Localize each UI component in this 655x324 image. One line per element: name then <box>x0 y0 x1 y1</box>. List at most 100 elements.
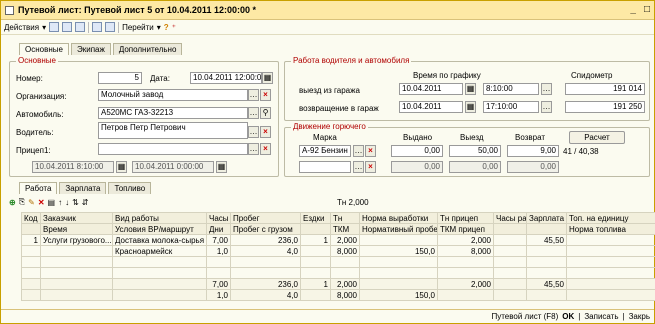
fuel-issued-field[interactable]: 0,00 <box>391 145 443 157</box>
print-sheet-button[interactable]: Путевой лист (F8) <box>491 312 558 321</box>
table-cell <box>300 289 331 301</box>
out-speedometer-field[interactable]: 191 014 <box>565 83 645 95</box>
sort-desc-icon[interactable]: ⇵ <box>82 198 89 207</box>
out-time-button[interactable]: … <box>541 83 552 95</box>
structure-icon[interactable] <box>92 22 103 32</box>
fuel-return-field[interactable]: 9,00 <box>507 145 559 157</box>
calendar-button[interactable]: ▦ <box>262 72 273 84</box>
out-date-calendar-icon[interactable]: ▦ <box>465 83 476 95</box>
trailer-clear-button[interactable]: × <box>260 143 271 155</box>
table-cell <box>566 289 655 301</box>
out-time-field[interactable]: 8:10:00 <box>483 83 539 95</box>
sort-asc-icon[interactable]: ⇅ <box>72 198 79 207</box>
tab-work[interactable]: Работа <box>19 182 58 194</box>
table-cell: 1 <box>21 234 41 246</box>
delete-row-icon[interactable]: ✕ <box>38 198 45 207</box>
table-cell <box>230 267 301 279</box>
fuel-brand-field-2[interactable] <box>299 161 351 173</box>
date-field[interactable]: 10.04.2011 12:00:00 <box>190 72 262 84</box>
table-cell: Зарплата <box>526 212 567 224</box>
table-cell <box>300 267 331 279</box>
table-cell: 45,50 <box>526 278 567 290</box>
tab-additional[interactable]: Дополнительно <box>112 43 183 55</box>
goto-menu[interactable]: Перейти <box>122 23 154 32</box>
table-cell: Нормативный пробег <box>359 223 438 235</box>
table-cell: Тн <box>330 212 360 224</box>
car-select-button[interactable]: … <box>248 107 259 119</box>
table-cell: 4,0 <box>230 245 301 257</box>
number-field[interactable]: 5 <box>98 72 142 84</box>
org-clear-button[interactable]: × <box>260 89 271 101</box>
fuel-issued-field-2[interactable]: 0,00 <box>391 161 443 173</box>
table-cell <box>526 289 567 301</box>
org-label: Организация: <box>16 92 67 101</box>
table-cell: Доставка молока-сырья <box>112 234 207 246</box>
table-cell <box>40 278 113 290</box>
table-total-row-2[interactable]: 1,0 4,0 8,000 150,0 <box>21 289 655 301</box>
fuel-brand-clear-button[interactable]: × <box>365 145 376 157</box>
fuel-brand-label: Марка <box>313 133 337 142</box>
table-row-detail[interactable]: Красноармейск 1,0 4,0 8,000 150,0 8,000 <box>21 245 655 257</box>
table-cell <box>566 234 655 246</box>
car-label: Автомобиль: <box>16 110 64 119</box>
table-cell <box>526 245 567 257</box>
basic-group-title: Основные <box>16 56 58 65</box>
org-field[interactable]: Молочный завод <box>98 89 248 101</box>
save-icon[interactable] <box>49 22 60 32</box>
add-row-icon[interactable]: ⊕ <box>9 198 16 207</box>
driver-field[interactable]: Петров Петр Петрович <box>98 122 248 139</box>
calculate-button[interactable]: Расчет <box>569 131 625 144</box>
move-down-icon[interactable]: ↓ <box>65 198 69 207</box>
table-cell: 8,000 <box>437 245 494 257</box>
copy-icon[interactable] <box>75 22 86 32</box>
copy-row-icon[interactable]: ⎘ <box>19 197 25 207</box>
move-up-icon[interactable]: ↑ <box>58 198 62 207</box>
table-total-row[interactable]: 7,00 236,0 1 2,000 2,000 45,50 <box>21 278 655 290</box>
table-row-empty[interactable] <box>21 267 655 279</box>
print-icon[interactable] <box>62 22 73 32</box>
settings-icon[interactable]: ⁺ <box>172 23 176 32</box>
fuel-issued-label: Выдано <box>403 133 433 142</box>
driver-clear-button[interactable]: × <box>260 126 271 138</box>
save-record-button[interactable]: Записать <box>584 312 618 321</box>
table-row[interactable]: 1 Услуги грузового... Доставка молока-сырь… <box>21 234 655 246</box>
tab-salary[interactable]: Зарплата <box>59 182 107 194</box>
actions-menu[interactable]: Действия <box>4 23 39 32</box>
fuel-out-field-2[interactable]: 0,00 <box>449 161 501 173</box>
end-edit-icon[interactable]: ▤ <box>48 198 56 207</box>
fuel-out-field[interactable]: 50,00 <box>449 145 501 157</box>
table-row-empty[interactable] <box>21 256 655 268</box>
org-select-button[interactable]: … <box>248 89 259 101</box>
fuel-brand-select-button[interactable]: … <box>353 145 364 157</box>
back-date-field[interactable]: 10.04.2011 <box>399 101 463 113</box>
out-date-field[interactable]: 10.04.2011 <box>399 83 463 95</box>
back-speedometer-field[interactable]: 191 250 <box>565 101 645 113</box>
trailer-field[interactable] <box>98 143 248 155</box>
back-time-field[interactable]: 17:10:00 <box>483 101 539 113</box>
fuel-brand-field[interactable]: А-92 Бензин <box>299 145 351 157</box>
driver-select-button[interactable]: … <box>248 126 259 138</box>
fuel-brand-select-button-2[interactable]: … <box>353 161 364 173</box>
trailer-select-button[interactable]: … <box>248 143 259 155</box>
movements-icon[interactable] <box>105 22 116 32</box>
table-cell: ТКМ <box>330 223 360 235</box>
table-cell <box>359 256 438 268</box>
back-date-calendar-icon[interactable]: ▦ <box>465 101 476 113</box>
car-field[interactable]: А520МС ГАЗ-32213 <box>98 107 248 119</box>
fuel-return-field-2[interactable]: 0,00 <box>507 161 559 173</box>
back-time-button[interactable]: … <box>541 101 552 113</box>
document-window: Путевой лист: Путевой лист 5 от 10.04.20… <box>0 0 655 324</box>
close-button[interactable]: Закрь <box>629 312 650 321</box>
ok-button[interactable]: OK <box>562 312 574 321</box>
maximize-button[interactable]: □ <box>644 4 650 15</box>
work-group-title: Работа водителя и автомобиля <box>291 56 412 65</box>
tab-fuel[interactable]: Топливо <box>108 182 152 194</box>
table-cell <box>21 245 41 257</box>
minimize-button[interactable]: _ <box>630 4 636 15</box>
tab-crew[interactable]: Экипаж <box>70 43 111 55</box>
car-search-icon[interactable]: ⚲ <box>260 107 271 119</box>
fuel-brand-clear-button-2[interactable]: × <box>365 161 376 173</box>
tab-main[interactable]: Основные <box>19 43 69 55</box>
edit-row-icon[interactable]: ✎ <box>28 198 35 207</box>
help-icon[interactable]: ? <box>164 23 169 32</box>
